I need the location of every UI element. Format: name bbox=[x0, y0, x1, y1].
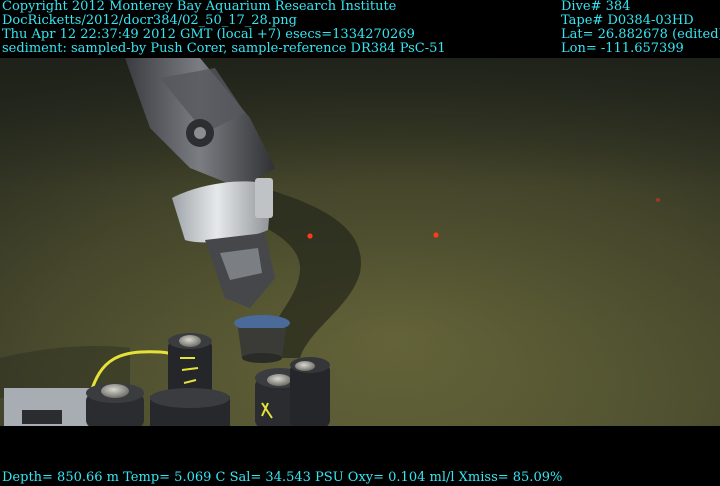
core-tube bbox=[290, 357, 330, 426]
laser-dot bbox=[433, 232, 439, 238]
overlay-top-right: Dive# 384 Tape# D0384-03HD Lat= 26.88267… bbox=[561, 0, 720, 56]
longitude: Lon= -111.657399 bbox=[561, 41, 684, 56]
latitude: Lat= 26.882678 (edited) bbox=[561, 27, 720, 42]
dive-number: Dive# 384 bbox=[561, 0, 631, 14]
laser-dot bbox=[307, 233, 313, 239]
core-tube bbox=[150, 388, 230, 426]
seafloor-image bbox=[0, 58, 720, 426]
copyright-text: Copyright 2012 Monterey Bay Aquarium Res… bbox=[2, 0, 397, 14]
filename-text: DocRicketts/2012/docr384/02_50_17_28.png bbox=[2, 13, 297, 28]
seafloor-scene bbox=[0, 58, 720, 426]
tape-number: Tape# D0384-03HD bbox=[561, 13, 694, 28]
overlay-sensor-readout: Depth= 850.66 m Temp= 5.069 C Sal= 34.54… bbox=[2, 470, 563, 485]
overlay-top-left: Copyright 2012 Monterey Bay Aquarium Res… bbox=[2, 0, 446, 56]
timestamp-text: Thu Apr 12 22:37:49 2012 GMT (local +7) … bbox=[2, 27, 415, 42]
core-tube bbox=[86, 383, 144, 426]
video-frame: Copyright 2012 Monterey Bay Aquarium Res… bbox=[0, 0, 720, 486]
annotation-text: sediment: sampled-by Push Corer, sample-… bbox=[2, 41, 446, 56]
